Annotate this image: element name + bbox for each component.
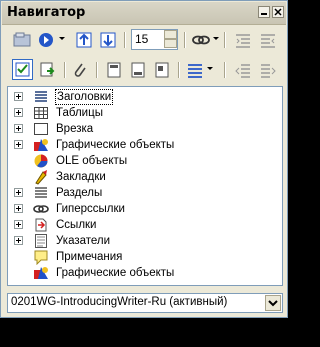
tree-item-frames[interactable]: Врезка (8, 121, 282, 137)
hyperlink-icon (33, 201, 49, 217)
toggle-icon[interactable] (12, 30, 32, 50)
expand-icon[interactable] (14, 204, 23, 213)
drag-mode-icon[interactable] (191, 30, 211, 50)
tree-item-hyperlinks[interactable]: Гиперссылки (8, 201, 282, 217)
graphics-icon (33, 137, 49, 153)
tree-item-headings[interactable]: Заголовки (8, 89, 282, 105)
spin-buttons (164, 30, 177, 49)
tree-item-indexes[interactable]: Указатели (8, 233, 282, 249)
headings-icon (33, 89, 49, 105)
tree-item-label[interactable]: Графические объекты (55, 266, 175, 280)
section-icon (33, 185, 49, 201)
drawing-objects-icon (33, 265, 49, 281)
tree-item-label[interactable]: Ссылки (55, 218, 98, 232)
tree-item-ole[interactable]: OLE объекты (8, 153, 282, 169)
promote-chapter-icon[interactable] (233, 30, 253, 50)
footer-icon[interactable] (128, 60, 148, 80)
navigation-icon[interactable] (36, 30, 56, 50)
list-box-dropdown-icon[interactable] (207, 67, 213, 70)
paperclip-icon[interactable] (70, 60, 90, 80)
window-title: Навигатор (7, 5, 86, 20)
expand-icon[interactable] (14, 124, 23, 133)
anchor-icon[interactable] (152, 60, 172, 80)
tree-item-label[interactable]: Закладки (55, 170, 107, 184)
demote-chapter-icon[interactable] (258, 30, 278, 50)
tree-item-label[interactable]: Примечания (55, 250, 123, 264)
navigator-window: Навигатор 15 Заголовки Таблицы Врезка Гр… (0, 0, 288, 318)
tree-item-tables[interactable]: Таблицы (8, 105, 282, 121)
spin-up-button[interactable] (164, 30, 177, 39)
close-button[interactable] (272, 6, 284, 18)
navigator-tree[interactable]: Заголовки Таблицы Врезка Графические объ… (7, 86, 283, 286)
expand-icon[interactable] (14, 188, 23, 197)
expand-icon[interactable] (14, 140, 23, 149)
heading-levels-spinbox[interactable]: 15 (131, 29, 178, 50)
title-bar[interactable]: Навигатор (2, 2, 286, 25)
next-icon[interactable] (98, 30, 118, 50)
tree-item-sections[interactable]: Разделы (8, 185, 282, 201)
content-view-button[interactable] (12, 59, 33, 80)
tree-item-label[interactable]: Графические объекты (55, 138, 175, 152)
expand-icon[interactable] (14, 108, 23, 117)
tree-item-comments[interactable]: Примечания (8, 249, 282, 265)
toolbar-separator (224, 32, 226, 48)
toolbar-row-1: 15 (2, 26, 286, 53)
drag-mode-dropdown-icon[interactable] (213, 37, 219, 40)
tree-item-graphics[interactable]: Графические объекты (8, 137, 282, 153)
toolbar-separator (224, 62, 226, 78)
tree-item-bookmarks[interactable]: Закладки (8, 169, 282, 185)
index-icon (33, 233, 49, 249)
minimize-button[interactable] (258, 6, 270, 18)
expand-icon[interactable] (14, 220, 23, 229)
header-icon[interactable] (104, 60, 124, 80)
chevron-down-icon[interactable] (265, 295, 281, 311)
spin-down-button[interactable] (164, 39, 177, 48)
tree-item-drawing-objects[interactable]: Графические объекты (8, 265, 282, 281)
document-select[interactable]: 0201WG-IntroducingWriter-Ru (активный) (7, 293, 283, 313)
previous-icon[interactable] (74, 30, 94, 50)
tree-item-label[interactable]: Гиперссылки (55, 202, 126, 216)
toolbar-separator (96, 62, 98, 78)
expand-icon[interactable] (14, 92, 23, 101)
tree-item-label[interactable]: Таблицы (55, 106, 104, 120)
reference-icon (33, 217, 49, 233)
tree-item-label[interactable]: Разделы (55, 186, 103, 200)
table-icon (33, 105, 49, 121)
expand-icon[interactable] (14, 236, 23, 245)
bookmark-icon (33, 169, 49, 185)
ole-icon (33, 153, 49, 169)
toolbar-row-2 (2, 56, 286, 83)
document-select-value: 0201WG-IntroducingWriter-Ru (активный) (11, 296, 228, 308)
frame-icon (33, 121, 49, 137)
demote-level-icon[interactable] (258, 60, 278, 80)
navigation-dropdown-icon[interactable] (59, 37, 65, 40)
toolbar-separator (64, 62, 66, 78)
toolbar-separator (184, 32, 186, 48)
toolbar-separator (178, 62, 180, 78)
tree-item-references[interactable]: Ссылки (8, 217, 282, 233)
tree-item-label[interactable]: Указатели (55, 234, 111, 248)
toolbar-separator (124, 32, 126, 48)
tree-item-label[interactable]: OLE объекты (55, 154, 128, 168)
tree-item-label[interactable]: Врезка (55, 122, 94, 136)
set-reminder-icon[interactable] (38, 60, 58, 80)
note-icon (33, 249, 49, 265)
list-box-icon[interactable] (185, 60, 205, 80)
tree-item-label[interactable]: Заголовки (55, 89, 114, 105)
heading-levels-value[interactable]: 15 (135, 32, 148, 46)
promote-level-icon[interactable] (233, 60, 253, 80)
